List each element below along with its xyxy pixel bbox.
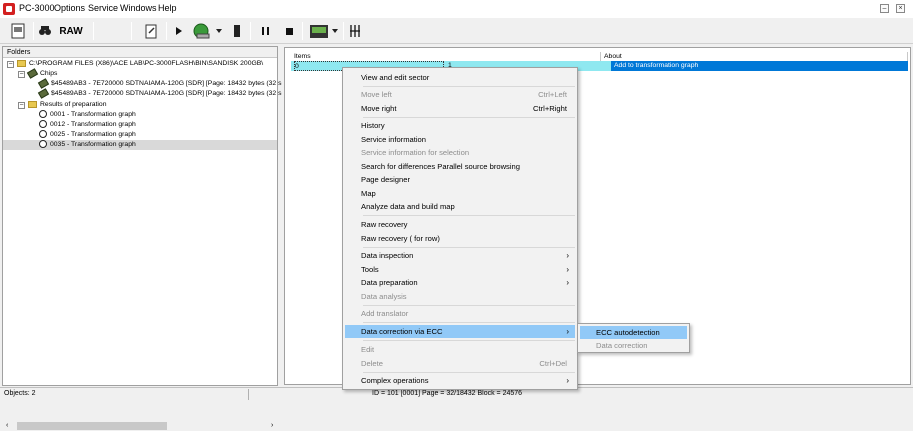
graph-icon bbox=[39, 140, 47, 149]
play-icon[interactable] bbox=[174, 23, 184, 39]
status-objects: Objects: 2 bbox=[4, 390, 36, 397]
collapse-icon[interactable]: − bbox=[18, 71, 25, 78]
cell-about: Add to transformation graph bbox=[611, 61, 908, 71]
scrollbar-thumb[interactable] bbox=[17, 422, 167, 430]
chip-icon bbox=[37, 77, 50, 89]
toolbar: RAW bbox=[0, 18, 913, 44]
chevron-right-icon: › bbox=[566, 251, 569, 260]
board-icon[interactable] bbox=[309, 23, 329, 39]
menu-page-designer[interactable]: Page designer bbox=[345, 173, 575, 186]
menu-add-translator[interactable]: Add translator bbox=[345, 307, 575, 320]
menu-analyze-build-map[interactable]: Analyze data and build map bbox=[345, 200, 575, 213]
merge-icon[interactable] bbox=[348, 23, 362, 39]
menu-service-information[interactable]: Service information bbox=[345, 133, 575, 146]
submenu-ecc-autodetection[interactable]: ECC autodetection bbox=[580, 326, 687, 339]
scroll-right-icon[interactable]: › bbox=[271, 422, 273, 429]
collapse-icon[interactable]: − bbox=[7, 61, 14, 68]
menu-data-preparation[interactable]: Data preparation › bbox=[345, 276, 575, 289]
menu-service-info-selection[interactable]: Service information for selection bbox=[345, 146, 575, 159]
chevron-right-icon: › bbox=[566, 327, 569, 336]
tree-results[interactable]: Results of preparation bbox=[28, 100, 107, 110]
menu-edit[interactable]: Edit bbox=[345, 343, 575, 356]
folders-header: Folders bbox=[3, 47, 277, 58]
menu-service[interactable]: Service bbox=[88, 3, 118, 13]
tree-result-item[interactable]: 0012 - Transformation graph bbox=[39, 120, 136, 130]
title-bar: PC-3000 Options Service Windows Help – × bbox=[0, 0, 913, 18]
menu-raw-recovery[interactable]: Raw recovery bbox=[345, 218, 575, 231]
chevron-right-icon: › bbox=[566, 265, 569, 274]
app-title: PC-3000 bbox=[19, 3, 55, 13]
chevron-right-icon: › bbox=[566, 278, 569, 287]
tree-chips[interactable]: Chips bbox=[26, 67, 57, 79]
tree-chip-item[interactable]: $45489AB3 - 7E720000 SDTNAIAMA-120G [SDR… bbox=[37, 77, 281, 89]
chip-icon bbox=[37, 87, 50, 99]
column-header-about[interactable]: About bbox=[601, 52, 908, 61]
submenu-data-correction[interactable]: Data correction bbox=[580, 339, 687, 352]
menu-move-left[interactable]: Move left Ctrl+Left bbox=[345, 88, 575, 101]
app-icon bbox=[3, 3, 15, 15]
menu-windows[interactable]: Windows bbox=[120, 3, 157, 13]
chevron-right-icon: › bbox=[566, 376, 569, 385]
chip-icon[interactable] bbox=[231, 23, 243, 39]
chevron-down-icon[interactable] bbox=[331, 23, 339, 39]
tree-result-item[interactable]: 0001 - Transformation graph bbox=[39, 110, 136, 120]
horizontal-scrollbar[interactable]: ‹ › bbox=[5, 421, 277, 431]
menu-data-inspection[interactable]: Data inspection › bbox=[345, 249, 575, 262]
menu-options[interactable]: Options bbox=[54, 3, 85, 13]
column-header-items[interactable]: Items bbox=[291, 52, 601, 61]
folder-open-icon bbox=[17, 59, 26, 67]
menu-move-right[interactable]: Move right Ctrl+Right bbox=[345, 102, 575, 115]
menu-help[interactable]: Help bbox=[158, 3, 177, 13]
menu-tools[interactable]: Tools › bbox=[345, 263, 575, 276]
chip-icon bbox=[26, 67, 39, 79]
graph-icon bbox=[39, 120, 47, 129]
chevron-down-icon[interactable] bbox=[215, 23, 223, 39]
menu-history[interactable]: History bbox=[345, 119, 575, 132]
tree-result-item[interactable]: 0025 - Transformation graph bbox=[39, 130, 136, 140]
context-menu: View and edit sector Move left Ctrl+Left … bbox=[342, 67, 578, 390]
menu-search-differences[interactable]: Search for differences Parallel source b… bbox=[345, 160, 575, 173]
menu-view-edit-sector[interactable]: View and edit sector bbox=[345, 71, 575, 84]
binoculars-icon[interactable] bbox=[38, 23, 52, 39]
graph-icon bbox=[39, 130, 47, 139]
document-edit-icon[interactable] bbox=[142, 23, 160, 39]
minimize-icon[interactable]: – bbox=[880, 4, 889, 13]
menu-delete[interactable]: Delete Ctrl+Del bbox=[345, 357, 575, 370]
status-info: ID = 101 [0001] Page = 32/18432 Block = … bbox=[372, 390, 523, 397]
menu-data-analysis[interactable]: Data analysis bbox=[345, 290, 575, 303]
tape-icon[interactable] bbox=[9, 23, 27, 39]
collapse-icon[interactable]: − bbox=[18, 102, 25, 109]
globe-icon[interactable] bbox=[192, 23, 212, 39]
menu-complex-operations[interactable]: Complex operations › bbox=[345, 374, 575, 387]
graph-icon bbox=[39, 110, 47, 119]
pause-icon[interactable] bbox=[260, 23, 270, 39]
tree-result-item-selected[interactable]: 0035 - Transformation graph bbox=[39, 140, 136, 150]
ecc-submenu: ECC autodetection Data correction bbox=[577, 323, 690, 353]
menu-raw-recovery-row[interactable]: Raw recovery ( for row) bbox=[345, 232, 575, 245]
stop-icon[interactable] bbox=[284, 23, 294, 39]
tree-root[interactable]: C:\PROGRAM FILES (X86)\ACE LAB\PC-3000FL… bbox=[17, 59, 263, 69]
folder-icon bbox=[28, 100, 37, 108]
scroll-left-icon[interactable]: ‹ bbox=[6, 422, 8, 429]
raw-button[interactable]: RAW bbox=[58, 23, 84, 39]
close-icon[interactable]: × bbox=[896, 4, 905, 13]
tree-chip-item[interactable]: $45489AB3 - 7E720000 SDTNAIAMA-120G [SDR… bbox=[37, 87, 281, 99]
folders-panel: Folders − C:\PROGRAM FILES (X86)\ACE LAB… bbox=[2, 46, 281, 431]
menu-data-correction-ecc[interactable]: Data correction via ECC › bbox=[345, 325, 575, 338]
menu-map[interactable]: Map bbox=[345, 187, 575, 200]
